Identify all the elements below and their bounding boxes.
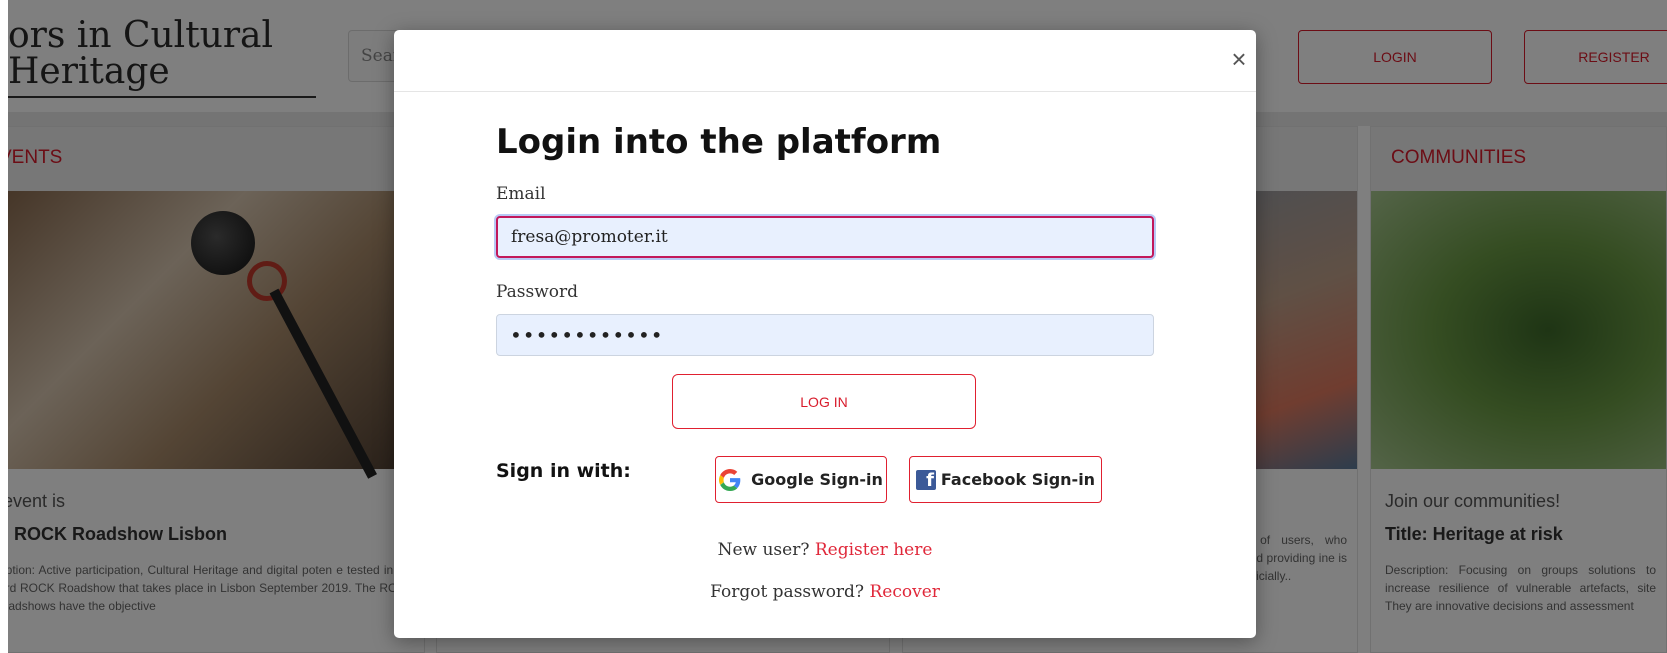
sign-in-with-label: Sign in with: — [496, 460, 631, 482]
modal-title: Login into the platform — [496, 122, 942, 162]
email-label: Email — [496, 184, 546, 204]
facebook-icon: f — [915, 469, 936, 490]
forgot-password-line: Forgot password? Recover — [394, 582, 1256, 602]
facebook-sign-in-button[interactable]: f Facebook Sign-in — [909, 456, 1102, 503]
google-icon — [719, 468, 741, 491]
modal-header: × — [394, 30, 1256, 92]
register-link[interactable]: Register here — [815, 540, 933, 560]
facebook-sign-in-label: Facebook Sign-in — [940, 470, 1096, 489]
email-field[interactable] — [496, 216, 1154, 258]
close-icon[interactable]: × — [1225, 45, 1253, 73]
login-button[interactable]: LOG IN — [672, 374, 976, 429]
google-sign-in-button[interactable]: Google Sign-in — [715, 456, 887, 503]
forgot-password-text: Forgot password? — [710, 582, 865, 602]
login-modal: × Login into the platform Email Password… — [394, 30, 1256, 638]
password-label: Password — [496, 282, 579, 302]
new-user-text: New user? — [717, 540, 810, 560]
google-sign-in-label: Google Sign-in — [751, 470, 883, 489]
new-user-line: New user? Register here — [394, 540, 1256, 560]
window-edge — [0, 0, 8, 653]
recover-link[interactable]: Recover — [869, 582, 939, 602]
password-field[interactable] — [496, 314, 1154, 356]
